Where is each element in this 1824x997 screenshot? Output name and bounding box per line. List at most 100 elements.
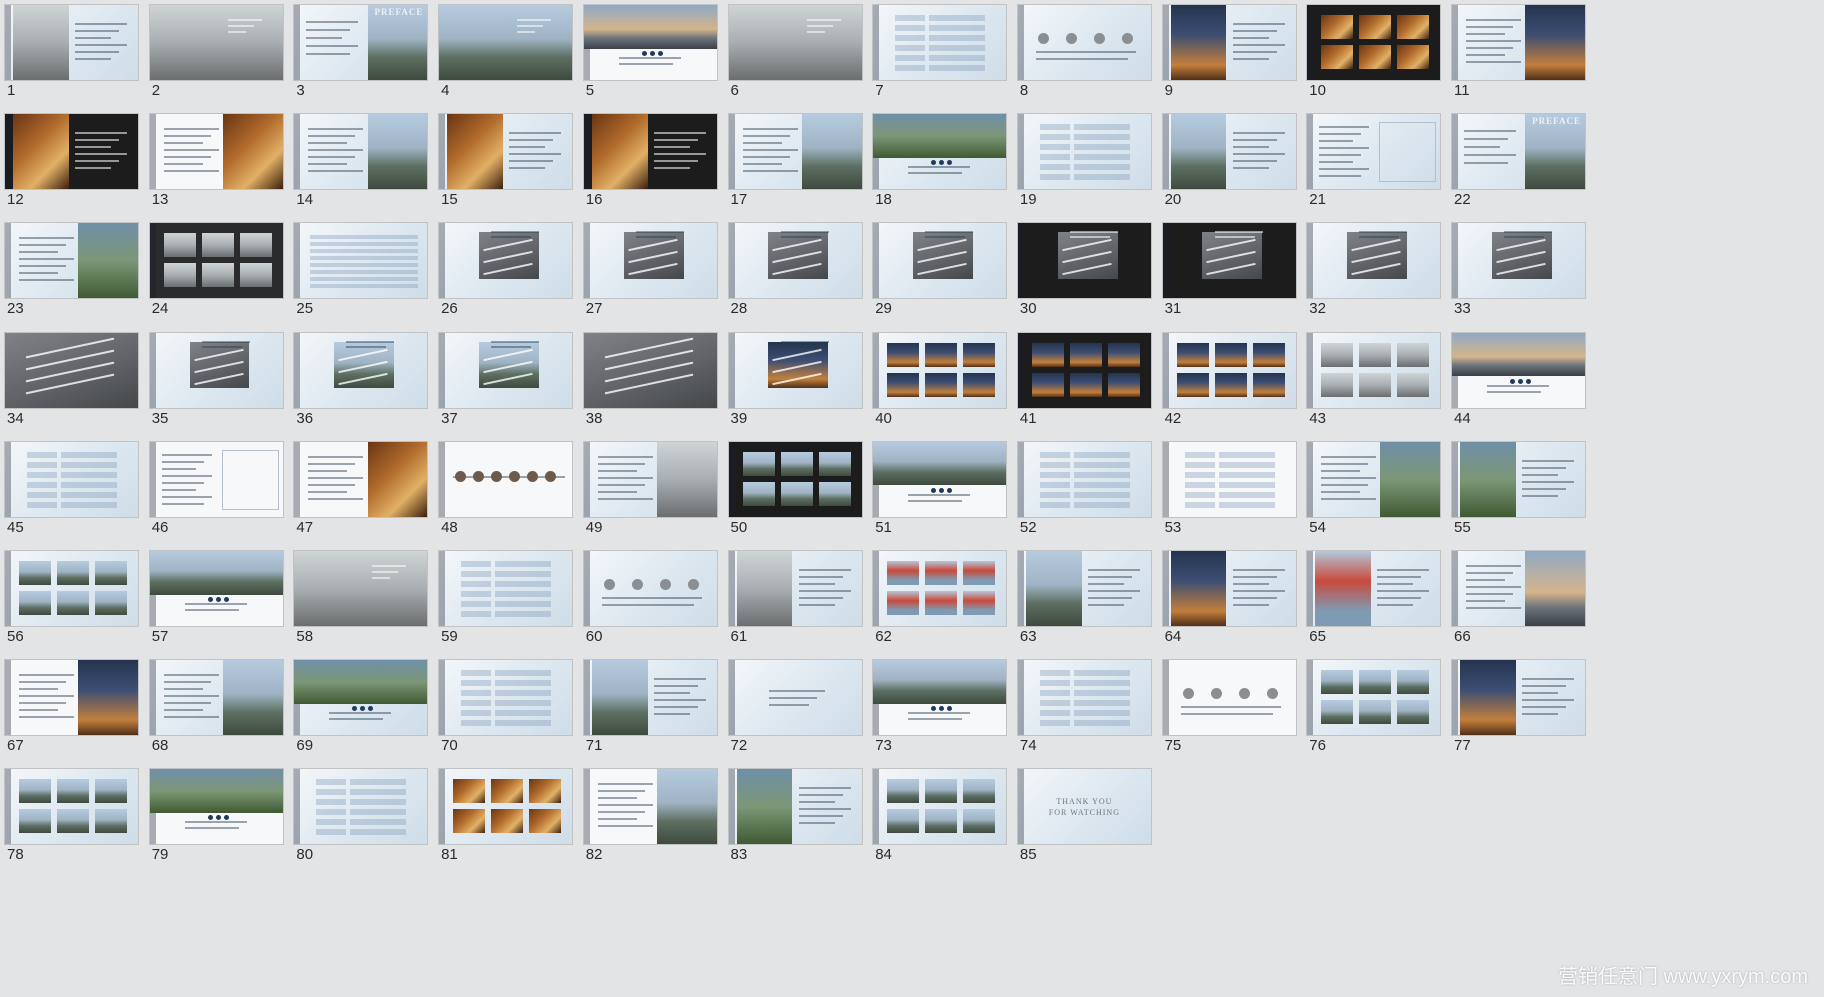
slide-thumbnail[interactable] xyxy=(5,332,138,408)
slide-number: 68 xyxy=(151,737,169,755)
grid-photo xyxy=(1321,45,1354,69)
text-line xyxy=(653,132,706,135)
slide-thumbnail[interactable]: PREFACE xyxy=(1452,114,1585,190)
slide-thumbnail[interactable] xyxy=(439,223,573,299)
slide-thumbnail[interactable] xyxy=(1017,441,1151,517)
slide-thumbnail[interactable] xyxy=(1452,5,1585,80)
slide-thumbnail[interactable] xyxy=(873,551,1007,626)
slide-thumbnail[interactable] xyxy=(5,769,138,845)
slide-thumbnail[interactable] xyxy=(873,332,1007,408)
slide-thumbnail[interactable] xyxy=(583,769,717,845)
slide-thumbnail[interactable] xyxy=(294,769,428,845)
slide-thumbnail[interactable] xyxy=(728,5,862,80)
slide-thumbnail[interactable] xyxy=(873,223,1007,299)
slide-thumbnail[interactable] xyxy=(1162,660,1296,736)
slide-thumbnail[interactable] xyxy=(1307,441,1441,517)
slide-thumbnail[interactable] xyxy=(1307,223,1441,299)
slide-thumbnail[interactable] xyxy=(5,114,138,190)
slide-thumbnail[interactable] xyxy=(149,114,283,190)
slide-thumbnail[interactable] xyxy=(294,223,428,299)
slide-side-strip xyxy=(439,660,446,736)
slide-thumbnail[interactable] xyxy=(149,441,283,517)
slide-thumbnail[interactable] xyxy=(873,660,1007,736)
slide-thumbnail[interactable] xyxy=(294,551,428,626)
slide-thumbnail[interactable] xyxy=(294,660,428,736)
slide-thumbnail[interactable] xyxy=(873,114,1007,190)
slide-thumbnail[interactable] xyxy=(1452,660,1585,736)
slide-thumbnail[interactable] xyxy=(728,223,862,299)
slide-thumbnail[interactable] xyxy=(439,114,573,190)
slide-thumbnail[interactable] xyxy=(5,551,138,626)
slide-thumbnail[interactable] xyxy=(1162,223,1296,299)
slide-thumbnail[interactable] xyxy=(583,114,717,190)
slide-thumbnail[interactable] xyxy=(873,5,1007,80)
slide-side-strip xyxy=(583,551,590,626)
slide-thumbnail[interactable] xyxy=(728,660,862,736)
text-line xyxy=(597,783,653,786)
lane-marking xyxy=(1496,239,1546,252)
slide-thumbnail[interactable] xyxy=(1017,551,1151,626)
slide-thumbnail[interactable] xyxy=(5,5,138,80)
slide-thumbnail[interactable] xyxy=(149,5,283,80)
slide-thumbnail[interactable] xyxy=(1452,551,1585,626)
slide-thumbnail[interactable] xyxy=(583,660,717,736)
slide-thumbnail[interactable] xyxy=(5,441,138,517)
slide-thumbnail[interactable] xyxy=(149,223,283,299)
slide-thumbnail[interactable] xyxy=(439,332,573,408)
slide-thumbnail[interactable]: PREFACE xyxy=(294,5,428,80)
slide-thumbnail[interactable] xyxy=(1017,5,1151,80)
slide-thumbnail[interactable] xyxy=(728,769,862,845)
slide-thumbnail[interactable] xyxy=(1162,332,1296,408)
slide-thumbnail[interactable] xyxy=(149,332,283,408)
slide-thumbnail[interactable] xyxy=(149,769,283,845)
slide-thumbnail[interactable] xyxy=(728,441,862,517)
slide-thumbnail[interactable] xyxy=(1452,441,1585,517)
row-label-box xyxy=(316,799,347,806)
slide-thumbnail[interactable] xyxy=(294,332,428,408)
slide-thumbnail[interactable] xyxy=(294,114,428,190)
slide-thumbnail[interactable] xyxy=(439,441,573,517)
slide-thumbnail[interactable] xyxy=(1307,114,1441,190)
slide-thumbnail[interactable] xyxy=(5,223,138,299)
grid-photo xyxy=(1321,342,1354,367)
slide-side-strip xyxy=(1452,660,1458,736)
slide-thumbnail[interactable] xyxy=(873,769,1007,845)
slide-thumbnail[interactable] xyxy=(583,441,717,517)
slide-thumbnail[interactable] xyxy=(873,441,1007,517)
slide-thumbnail[interactable] xyxy=(439,5,573,80)
slide-thumbnail[interactable] xyxy=(149,660,283,736)
slide-cell: 34 xyxy=(0,328,150,448)
slide-thumbnail[interactable] xyxy=(1452,223,1585,299)
slide-thumbnail[interactable] xyxy=(1307,551,1441,626)
text-line xyxy=(161,502,204,505)
slide-thumbnail[interactable] xyxy=(1017,114,1151,190)
slide-thumbnail[interactable]: THANK YOU FOR WATCHING xyxy=(1017,769,1151,845)
slide-thumbnail[interactable] xyxy=(1162,114,1296,190)
slide-thumbnail[interactable] xyxy=(1307,5,1441,80)
slide-side-strip xyxy=(439,551,446,626)
slide-thumbnail[interactable] xyxy=(1017,332,1151,408)
slide-thumbnail[interactable] xyxy=(1017,660,1151,736)
slide-thumbnail[interactable] xyxy=(583,5,717,80)
slide-thumbnail[interactable] xyxy=(1162,441,1296,517)
slide-thumbnail[interactable] xyxy=(439,769,573,845)
slide-thumbnail[interactable] xyxy=(583,332,717,408)
slide-thumbnail[interactable] xyxy=(294,441,428,517)
slide-thumbnail[interactable] xyxy=(728,551,862,626)
slide-thumbnail[interactable] xyxy=(1307,332,1441,408)
slide-thumbnail[interactable] xyxy=(439,551,573,626)
slide-thumbnail[interactable] xyxy=(1307,660,1441,736)
slide-thumbnail[interactable] xyxy=(1162,5,1296,80)
slide-thumbnail[interactable] xyxy=(1452,332,1585,408)
slide-thumbnail[interactable] xyxy=(1017,223,1151,299)
slide-thumbnail[interactable] xyxy=(149,551,283,626)
slide-thumbnail[interactable] xyxy=(5,660,138,736)
slide-thumbnail[interactable] xyxy=(728,114,862,190)
slide-thumbnail[interactable] xyxy=(583,551,717,626)
slide-cell: 19 xyxy=(1013,109,1163,229)
slide-thumbnail[interactable] xyxy=(728,332,862,408)
slide-thumbnail[interactable] xyxy=(583,223,717,299)
slide-thumbnail[interactable] xyxy=(1162,551,1296,626)
slide-thumbnail[interactable] xyxy=(439,660,573,736)
lane-marking xyxy=(628,263,678,276)
